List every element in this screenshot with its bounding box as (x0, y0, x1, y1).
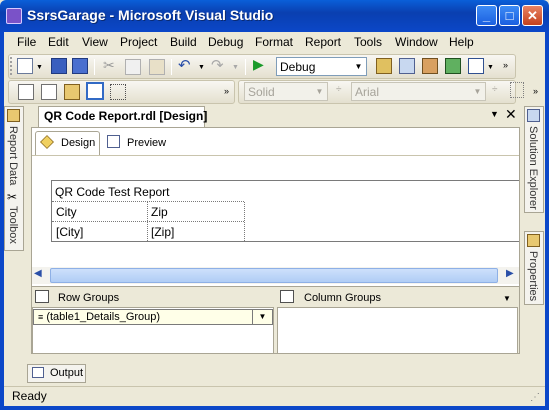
menu-debug[interactable]: Debug (208, 35, 243, 49)
table-header-zip[interactable]: Zip (151, 205, 168, 219)
window-title: SsrsGarage - Microsoft Visual Studio (27, 7, 274, 23)
separator (171, 59, 172, 75)
layout-icon[interactable] (510, 82, 524, 98)
row-group-item[interactable]: ≡ (table1_Details_Group) (33, 309, 273, 325)
column-groups-list (277, 307, 518, 354)
paste-icon[interactable] (149, 59, 165, 75)
solution-configuration-combo[interactable]: Debug ▼ (276, 57, 367, 76)
border-style-combo[interactable]: Solid ▼ (244, 82, 328, 101)
save-all-icon[interactable] (72, 58, 88, 74)
report-data-icon (7, 109, 20, 122)
close-document-icon[interactable]: ✕ (505, 106, 517, 123)
status-text: Ready (12, 389, 47, 403)
stepper-icon[interactable]: ÷ (336, 84, 342, 95)
page-header-icon[interactable] (41, 84, 57, 100)
tab-properties[interactable]: Properties (527, 251, 539, 301)
details-group-icon: ≡ (38, 312, 44, 322)
properties-window-icon (527, 234, 540, 247)
scroll-right-icon[interactable]: ▶ (506, 268, 514, 279)
report-title-textbox[interactable]: QR Code Test Report (55, 185, 170, 199)
row-group-item-label: (table1_Details_Group) (46, 311, 161, 323)
grouping-menu-icon[interactable]: ▼ (503, 294, 511, 303)
configuration-value: Debug (280, 60, 316, 74)
preview-icon (107, 135, 120, 148)
maximize-button[interactable]: □ (499, 5, 520, 26)
undo-icon[interactable]: ↶ (178, 56, 191, 74)
chevron-down-icon[interactable]: ▼ (487, 64, 494, 71)
grouping-icon[interactable] (86, 82, 104, 100)
overflow-icon[interactable]: » (503, 60, 508, 70)
command-window-icon[interactable] (468, 58, 484, 74)
tab-output-label: Output (50, 367, 84, 379)
toolbox-icon: ✂ (7, 190, 18, 204)
status-bar (4, 386, 545, 406)
import-icon[interactable] (445, 58, 461, 74)
toolbar-grip[interactable] (10, 57, 13, 75)
menu-tools[interactable]: Tools (354, 35, 382, 49)
table-cell-zip[interactable]: [Zip] (151, 225, 174, 239)
overflow-icon[interactable]: » (533, 86, 538, 96)
new-project-icon[interactable] (17, 58, 33, 74)
solution-explorer-icon (527, 109, 540, 122)
menu-format[interactable]: Format (255, 35, 293, 49)
copy-icon[interactable] (125, 59, 141, 75)
minimize-button[interactable]: _ (476, 5, 497, 26)
font-combo[interactable]: Arial ▼ (351, 82, 486, 101)
menu-help[interactable]: Help (449, 35, 474, 49)
chevron-down-icon[interactable]: ▼ (232, 64, 239, 71)
scrollbar-thumb[interactable] (50, 268, 498, 283)
window-position-icon[interactable]: ▼ (490, 109, 499, 119)
separator (245, 59, 246, 75)
menu-report[interactable]: Report (305, 35, 341, 49)
chevron-down-icon[interactable]: ▼ (312, 83, 327, 100)
tab-design-label: Design (61, 137, 96, 149)
output-icon (32, 367, 44, 378)
menu-build[interactable]: Build (170, 35, 197, 49)
report-body-icon[interactable] (18, 84, 34, 100)
find-in-files-icon[interactable] (376, 58, 392, 74)
save-icon[interactable] (51, 58, 67, 74)
toolbox-tools-icon[interactable] (422, 58, 438, 74)
tab-report-data[interactable]: Report Data (7, 126, 19, 185)
report-properties-icon[interactable] (64, 84, 80, 100)
stepper-icon[interactable]: ÷ (492, 84, 498, 95)
menu-window[interactable]: Window (395, 35, 438, 49)
resize-grip-icon[interactable]: ⋰ (530, 392, 540, 403)
separator (94, 59, 95, 75)
overflow-icon[interactable]: » (224, 86, 229, 96)
redo-icon[interactable]: ↷ (211, 56, 224, 74)
font-value: Arial (355, 85, 380, 99)
row-groups-icon (35, 290, 49, 303)
scroll-left-icon[interactable]: ◀ (34, 268, 42, 279)
document-tab-title: QR Code Report.rdl [Design] (44, 109, 208, 123)
tab-toolbox[interactable]: Toolbox (7, 206, 19, 244)
chevron-down-icon[interactable]: ▼ (36, 64, 43, 71)
menu-project[interactable]: Project (120, 35, 157, 49)
table-cell-city[interactable]: [City] (56, 225, 83, 239)
table-right-edge (244, 202, 245, 241)
window-frame-bottom (0, 406, 549, 410)
ruler-icon[interactable] (110, 84, 126, 100)
column-groups-icon (280, 290, 294, 303)
chevron-down-icon[interactable]: ▼ (470, 83, 485, 100)
table-row-divider (52, 221, 244, 222)
table-header-city[interactable]: City (56, 205, 77, 219)
close-button[interactable]: ✕ (522, 5, 543, 26)
window-frame-right (545, 32, 549, 410)
chevron-down-icon[interactable]: ▼ (198, 64, 205, 71)
tab-solution-explorer[interactable]: Solution Explorer (527, 126, 539, 210)
menu-edit[interactable]: Edit (48, 35, 69, 49)
menu-file[interactable]: File (17, 35, 36, 49)
border-style-value: Solid (248, 85, 275, 99)
menu-view[interactable]: View (82, 35, 108, 49)
cut-icon[interactable]: ✂ (103, 57, 115, 74)
chevron-down-icon[interactable]: ▼ (351, 58, 366, 75)
chevron-down-icon[interactable]: ▼ (252, 310, 272, 324)
visual-studio-icon (6, 8, 22, 24)
start-debug-icon[interactable]: ▶ (253, 56, 264, 73)
properties-icon[interactable] (399, 58, 415, 74)
tab-preview-label: Preview (127, 137, 167, 149)
